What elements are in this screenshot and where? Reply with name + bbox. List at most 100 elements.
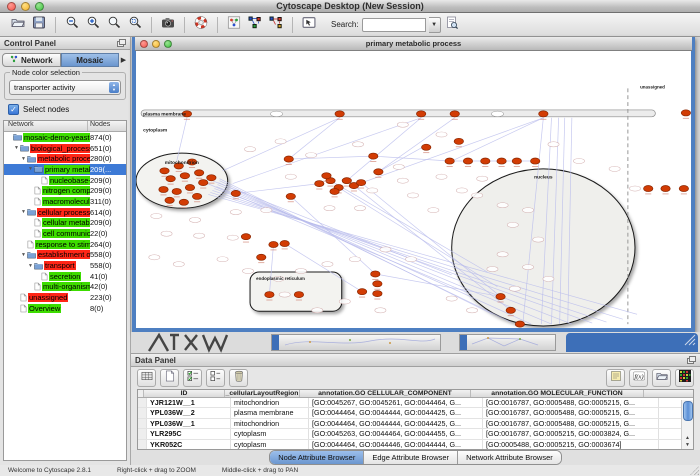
tab-network[interactable]: Network [2,53,61,67]
tree-row-cellular-process[interactable]: ▼cellular process614(0) [4,207,126,218]
table-row[interactable]: YPL036W__1mitochondrion[GO:0044464, GO:0… [138,419,693,429]
tree-row-nitrogen-compo[interactable]: nitrogen compo209(0) [4,185,126,196]
search-options-button[interactable] [443,16,461,33]
node-color-select[interactable]: transporter activity ▲▼ [9,80,121,95]
zoom-out-button[interactable] [63,16,81,33]
tree-row-label: multi-organism pro [42,282,90,291]
select-attributes-button[interactable] [183,369,202,387]
tree-row-transport[interactable]: ▼transport558(0) [4,260,126,271]
background-window-3-titlebar[interactable] [566,333,698,352]
node-label-oval [609,166,620,171]
tree-row-cell-communicat[interactable]: cell communicat22(0) [4,228,126,239]
column-header-4[interactable]: annotation.GO MOLECULAR_FUNCTION [471,390,644,397]
table-cell: YLR295C [147,429,231,438]
tree-row-macromolecule[interactable]: macromolecule311(0) [4,196,126,207]
table-vertical-scrollbar[interactable]: ▲▼ [681,400,693,449]
tab-mosaic[interactable]: Mosaic [61,53,120,67]
import-attributes-button[interactable] [652,369,671,387]
network-overview-button[interactable] [225,16,243,33]
tree-col-nodes[interactable]: Nodes [88,121,126,131]
tree-row-multi-organism-pro[interactable]: multi-organism pro42(0) [4,282,126,293]
node-label-oval [279,292,290,297]
network-node [286,193,295,199]
tree-row-secretion[interactable]: secretion41(0) [4,271,126,282]
search-dropdown-arrow-icon[interactable]: ▼ [429,17,441,33]
save-session-button[interactable] [30,16,48,33]
tree-column-header[interactable]: Network Nodes [4,121,126,132]
annotation-icon [302,16,316,34]
file-icon [34,197,41,206]
annotation-button[interactable] [300,16,318,33]
select-nodes-checkbox[interactable]: ✓ [8,104,19,115]
column-header-1[interactable]: ID [144,390,225,397]
node-label-oval [522,265,533,270]
mitochondrion-label: mitochondrion [165,160,199,166]
tree-row-establishment-of-lo[interactable]: ▼establishment of lo558(0) [4,250,126,261]
search-input[interactable] [362,18,426,32]
data-panel-float-icon[interactable] [687,356,696,364]
tree-row-primary-metabo[interactable]: ▼primary metabo209(... [4,164,126,175]
network-node [422,144,431,150]
table-mode-button[interactable] [137,369,156,387]
tree-row-metabolic-process[interactable]: ▼metabolic process280(0) [4,153,126,164]
table-row[interactable]: YPL036W__2plasma membrane[GO:0044464, GO… [138,408,693,418]
tree-row-nucleobase-[interactable]: nucleobase-209(0) [4,175,126,186]
zoom-selected-button[interactable] [126,16,144,33]
snapshot-button[interactable] [159,16,177,33]
table-row[interactable]: YLR295Ccytoplasm[GO:0045263, GO:0044464,… [138,429,693,439]
zoom-fit-button[interactable] [105,16,123,33]
unselect-attributes-button[interactable] [206,369,225,387]
function-builder-button[interactable]: f(x) [629,369,648,387]
network-window-titlebar[interactable]: primary metabolic process [135,37,692,51]
background-window-2[interactable] [459,334,556,351]
node-color-select-value: transporter activity [10,83,108,92]
notes-button[interactable] [606,369,625,387]
tree-row-node-count: 209(0) [90,186,126,195]
tab-scroll-right-icon[interactable]: ▶ [119,56,128,64]
table-row[interactable]: YKR052Ccytoplasm[GO:0044464, GO:0044446,… [138,440,693,450]
tree-row-biological-process[interactable]: ▼biological_process651(0) [4,143,126,154]
network-node [644,185,653,191]
tree-row-unassigned[interactable]: unassigned223(0) [4,292,126,303]
open-session-button[interactable] [9,16,27,33]
attribute-table-header[interactable]: ID_cellularLayoutRegionannotation.GO CEL… [138,390,693,398]
network-node [506,307,515,313]
table-row[interactable]: YJR121W__1mitochondrion[GO:0045267, GO:0… [138,398,693,408]
network-node [330,188,339,194]
network-node [194,170,203,176]
column-header-2[interactable]: _cellularLayoutRegion [225,390,300,397]
column-header-3[interactable]: annotation.GO CELLULAR_COMPONENT [300,390,471,397]
node-label-oval [322,262,333,267]
tab-network-attribute-browser[interactable]: Network Attribute Browser [458,451,561,464]
tab-node-attribute-browser[interactable]: Node Attribute Browser [270,451,364,464]
tree-row-label: metabolic process [37,154,90,163]
tree-row-response-to-stimulu[interactable]: response to stimulu264(0) [4,239,126,250]
float-panel-icon[interactable] [117,39,126,47]
network-view-window[interactable]: primary metabolic process plasma membran… [132,37,695,332]
file-icon [20,304,27,313]
tree-row-cellular-metabo[interactable]: cellular metabo209(0) [4,218,126,229]
background-window-1[interactable] [271,334,441,351]
layout-blue-button[interactable] [246,16,264,33]
layout-red-button[interactable] [267,16,285,33]
folder-icon [27,251,36,259]
heatmap-button[interactable] [675,369,694,387]
network-node [322,173,331,179]
network-node [357,289,366,295]
tree-row-overview[interactable]: Overview8(0) [4,303,126,314]
node-label-oval [497,203,508,208]
tree-row-node-count: 209(... [90,165,126,174]
table-cell: cytoplasm [231,440,309,449]
help-ring-button[interactable] [192,16,210,33]
tree-col-network[interactable]: Network [4,121,88,131]
scrollbar-thumb[interactable] [683,401,693,421]
new-attribute-button[interactable] [160,369,179,387]
scrollbar-arrows[interactable]: ▲▼ [682,435,693,449]
zoom-in-button[interactable] [84,16,102,33]
delete-attribute-button[interactable] [229,369,248,387]
plasma-membrane-compartment [141,110,655,117]
network-node [165,197,174,203]
tree-row-mosaic-demo-yeast[interactable]: mosaic-demo-yeast874(0) [4,132,126,143]
tab-edge-attribute-browser[interactable]: Edge Attribute Browser [364,451,458,464]
network-canvas[interactable]: plasma membranecytoplasmmitochondrionnuc… [136,51,691,328]
